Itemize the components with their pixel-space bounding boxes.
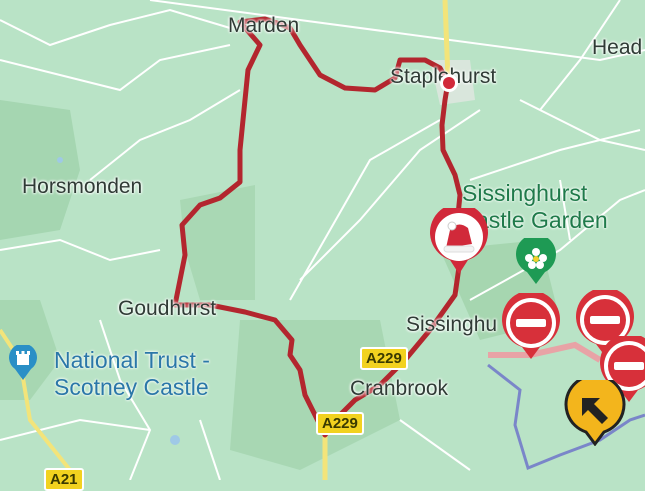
road-shield-a229: A229 — [360, 347, 408, 370]
navigation-arrow-icon[interactable] — [560, 380, 630, 446]
santa-hat-pin-icon[interactable] — [428, 208, 490, 278]
poi-label-line: Scotney Castle — [54, 374, 209, 400]
place-label-horsmonden: Horsmonden — [22, 175, 143, 198]
place-label-cranbrook: Cranbrook — [350, 377, 449, 400]
flower-pin-icon[interactable] — [514, 238, 558, 286]
red-dot-icon[interactable] — [438, 72, 460, 94]
place-label-goudhurst: Goudhurst — [118, 297, 217, 320]
map[interactable]: Marden Staplehurst Head Horsmonden Goudh… — [0, 0, 645, 491]
castle-pin-icon[interactable] — [8, 345, 38, 381]
poi-scotney-castle[interactable]: National Trust - Scotney Castle — [54, 347, 210, 401]
poi-label-line: Sissinghurst — [462, 180, 588, 206]
road-shield-a229: A229 — [316, 412, 364, 435]
place-label-headcorn: Head — [592, 36, 643, 59]
place-label-marden: Marden — [228, 14, 300, 37]
poi-label-line: National Trust - — [54, 347, 210, 373]
no-entry-icon[interactable] — [500, 293, 562, 361]
place-label-sissinghurst: Sissinghu — [406, 313, 498, 336]
